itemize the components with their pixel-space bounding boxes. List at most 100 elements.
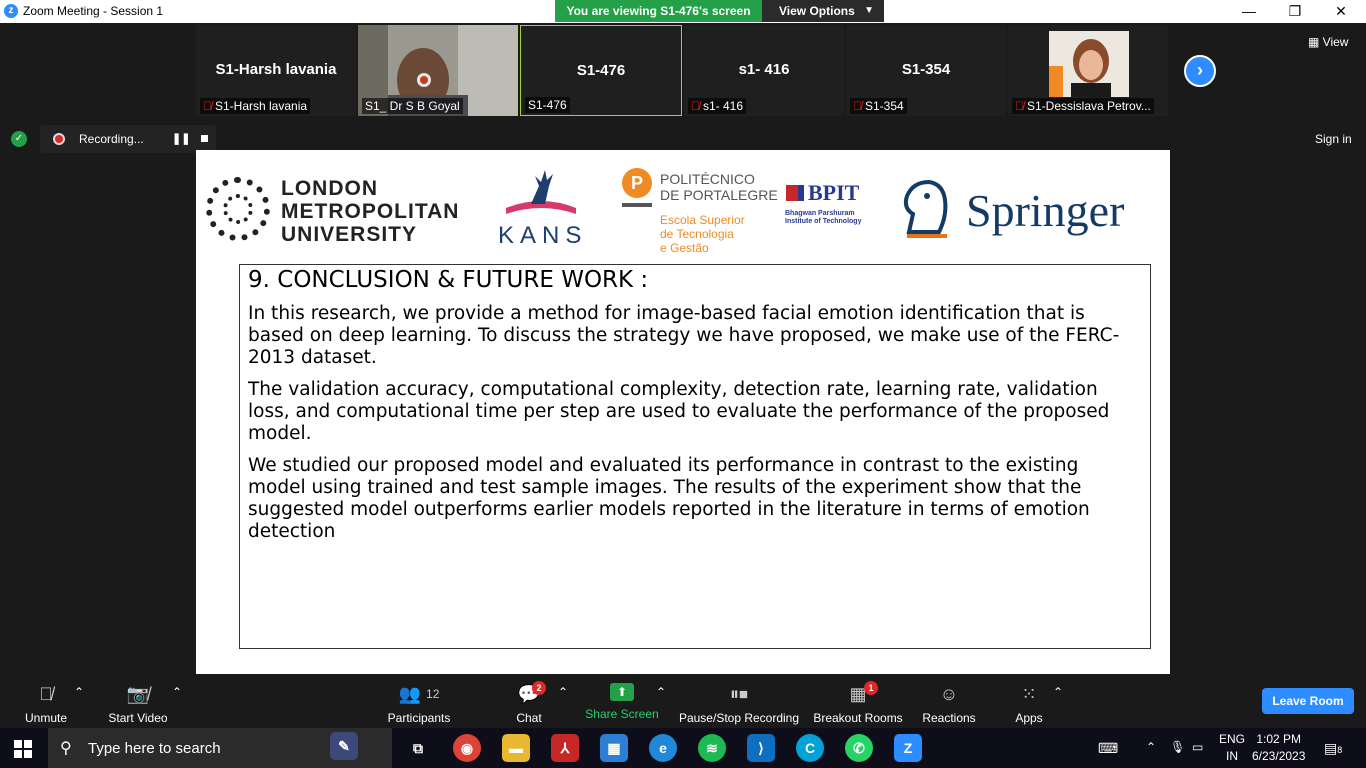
pdf-reader-icon[interactable]: ⅄	[551, 734, 579, 762]
pause-stop-recording-button[interactable]: ⏸⏹ Pause/Stop Recording	[678, 683, 800, 725]
battery-icon[interactable]: ▭	[1192, 740, 1203, 754]
participants-icon: 👥 12	[398, 684, 440, 704]
taskbar-clock[interactable]: 1:02 PM 6/23/2023	[1252, 731, 1305, 765]
participant-center-name: s1- 416	[738, 61, 790, 78]
participants-button[interactable]: 👥 12 Participants	[384, 683, 454, 725]
unmute-button[interactable]: 🎙̸ Unmute	[18, 683, 74, 725]
restore-button[interactable]: ❐	[1272, 0, 1318, 22]
chevron-down-icon: ▼	[864, 5, 874, 16]
file-explorer-icon[interactable]: ▬	[502, 734, 530, 762]
participant-tile[interactable]: S1_ Dr S B Goyal	[358, 25, 518, 116]
share-screen-button[interactable]: ⬆ Share Screen	[584, 683, 660, 721]
reactions-button[interactable]: ☺ Reactions	[920, 683, 978, 725]
search-placeholder: Type here to search	[88, 740, 221, 757]
edge-icon[interactable]: e	[649, 734, 677, 762]
portalegre-title: POLITÉCNICO DE PORTALEGRE	[660, 171, 778, 203]
search-highlight-icon[interactable]: ✎	[330, 732, 358, 760]
muted-mic-icon: 🎙̸	[691, 99, 700, 113]
portalegre-subtitle: Escola Superior de Tecnologia e Gestão	[660, 213, 745, 255]
participants-label: Participants	[387, 711, 451, 725]
tray-expand-icon[interactable]: ⌃	[1146, 740, 1156, 754]
close-button[interactable]: ✕	[1318, 0, 1364, 22]
start-video-label: Start Video	[108, 711, 168, 725]
slide-heading: 9. CONCLUSION & FUTURE WORK :	[248, 267, 649, 293]
participant-label: 🎙̸ s1- 416	[688, 98, 747, 114]
recording-label: Recording...	[79, 132, 144, 146]
chat-label: Chat	[516, 711, 542, 725]
start-video-button[interactable]: 📷̸ Start Video	[104, 683, 172, 725]
search-icon: ⚲	[60, 740, 72, 757]
participant-video-feed	[1049, 31, 1129, 97]
pause-stop-icon: ⏸⏹	[730, 684, 748, 704]
audio-options-caret-icon[interactable]: ⌃	[74, 685, 84, 699]
participant-center-name: S1-Harsh lavania	[215, 61, 337, 78]
participant-tile[interactable]: 🎙̸ S1-Dessislava Petrov...	[1008, 25, 1168, 116]
share-options-caret-icon[interactable]: ⌃	[656, 685, 666, 699]
muted-mic-icon: 🎙̸	[1015, 99, 1024, 113]
chrome-icon[interactable]: ◉	[453, 734, 481, 762]
participant-tile[interactable]: S1-354 🎙̸ S1-354	[846, 25, 1006, 116]
video-off-icon: 📷̸	[126, 684, 150, 704]
viewing-screen-banner: You are viewing S1-476's screen	[555, 0, 762, 22]
chat-options-caret-icon[interactable]: ⌃	[558, 685, 568, 699]
portalegre-logo-icon: P	[622, 168, 652, 198]
breakout-badge: 1	[864, 681, 878, 695]
apps-icon: ⁙	[1021, 684, 1037, 704]
conclusion-paragraph: In this research, we provide a method fo…	[248, 303, 1120, 368]
participant-name: S1-Dessislava Petrov...	[1027, 99, 1151, 113]
store-icon[interactable]: ▦	[600, 734, 628, 762]
share-screen-icon: ⬆	[610, 683, 634, 701]
participant-tile[interactable]: s1- 416 🎙̸ s1- 416	[684, 25, 844, 116]
reactions-icon: ☺	[939, 684, 959, 704]
participant-tile[interactable]: S1-Harsh lavania 🎙̸ S1-Harsh lavania	[196, 25, 356, 116]
apps-button[interactable]: ⁙ Apps	[1010, 683, 1048, 725]
springer-logo-text: Springer	[966, 185, 1125, 236]
participant-name: S1-476	[528, 98, 567, 112]
portalegre-logo-bar	[622, 203, 652, 207]
muted-mic-icon: 🎙̸	[203, 99, 212, 113]
zoom-taskbar-icon[interactable]: Z	[894, 734, 922, 762]
participant-tile-active-speaker[interactable]: S1-476 S1-476	[520, 25, 682, 116]
participants-count: 12	[426, 687, 440, 701]
microphone-tray-icon[interactable]: 🎙	[1170, 740, 1185, 754]
breakout-rooms-button[interactable]: ▦ 1 Breakout Rooms	[812, 681, 904, 725]
view-menu-button[interactable]: ▦ View	[1308, 35, 1348, 49]
video-options-caret-icon[interactable]: ⌃	[172, 685, 182, 699]
minimize-button[interactable]: —	[1226, 0, 1272, 22]
slide-content-box: 9. CONCLUSION & FUTURE WORK : In this re…	[239, 264, 1151, 649]
participant-name: S1-354	[865, 99, 904, 113]
notifications-icon[interactable]: ▤8	[1324, 740, 1342, 757]
kans-logo-text: KANS	[498, 222, 588, 249]
breakout-rooms-label: Breakout Rooms	[813, 711, 903, 725]
canva-icon[interactable]: C	[796, 734, 824, 762]
participant-name: s1- 416	[703, 99, 744, 113]
unmute-label: Unmute	[24, 711, 68, 725]
windows-start-icon[interactable]	[14, 740, 32, 758]
keyboard-icon[interactable]: ⌨	[1098, 740, 1118, 757]
pause-recording-icon[interactable]: ❚❚	[172, 132, 190, 145]
apps-options-caret-icon[interactable]: ⌃	[1053, 685, 1063, 699]
springer-horse-icon	[903, 179, 948, 234]
participant-center-name: S1-354	[901, 61, 951, 78]
spotify-icon[interactable]: ≋	[698, 734, 726, 762]
meeting-toolbar: 🎙̸ Unmute ⌃ 📷̸ Start Video ⌃ 👥 12 Partic…	[0, 675, 1366, 728]
task-view-icon[interactable]: ⧉	[404, 734, 432, 762]
stop-recording-icon[interactable]	[201, 135, 208, 142]
conclusion-paragraph: We studied our proposed model and evalua…	[248, 455, 1090, 542]
vscode-icon[interactable]: ⟩	[747, 734, 775, 762]
springer-logo-bar	[907, 234, 947, 238]
breakout-rooms-icon: ▦	[849, 684, 867, 704]
participant-name: S1_ Dr S B Goyal	[365, 99, 460, 113]
next-page-arrow-icon[interactable]: ›	[1184, 55, 1216, 87]
window-title: Zoom Meeting - Session 1	[23, 4, 164, 18]
sign-in-link[interactable]: Sign in	[1315, 132, 1352, 146]
language-indicator[interactable]: ENG IN	[1219, 731, 1245, 765]
notification-count: 8	[1337, 745, 1343, 755]
participant-label: 🎙̸ S1-354	[850, 98, 907, 114]
grid-icon: ▦	[1308, 35, 1323, 49]
chat-button[interactable]: 💬 2 Chat	[510, 681, 548, 725]
whatsapp-icon[interactable]: ✆	[845, 734, 873, 762]
leave-room-button[interactable]: Leave Room	[1262, 688, 1354, 714]
shield-check-icon[interactable]: ✓	[11, 131, 27, 147]
view-options-button[interactable]: View Options ▼	[762, 0, 884, 22]
